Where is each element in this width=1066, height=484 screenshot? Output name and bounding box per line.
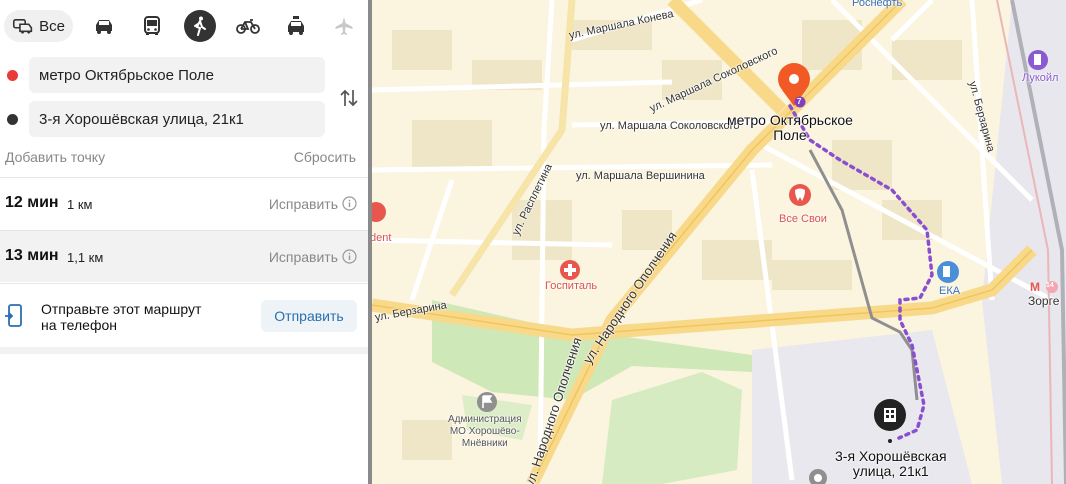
metro-line-number: 7: [797, 97, 802, 106]
mode-walk-button[interactable]: [184, 10, 216, 42]
add-point-link[interactable]: Добавить точку: [5, 149, 105, 165]
phone-icon: [5, 304, 22, 327]
end-label: 3-я Хорошёвская улица, 21к1: [835, 448, 947, 479]
mode-all-button[interactable]: Все: [4, 10, 73, 42]
car-icon: [96, 20, 112, 34]
fuel-pin-lukoil[interactable]: [1028, 50, 1048, 70]
point-a-input[interactable]: [29, 57, 325, 93]
metro-line-number-zorge: 14: [1046, 282, 1054, 289]
route-time: 13 мин: [5, 247, 59, 264]
fuel-pin-eka[interactable]: [937, 261, 959, 283]
mode-car-button[interactable]: [88, 10, 120, 42]
taxi-icon: [288, 16, 304, 35]
send-button[interactable]: Отправить: [261, 300, 357, 332]
swap-arrows-icon: [340, 89, 358, 107]
poi-label-lukoil: Лукойл: [1022, 72, 1059, 84]
poi-label-eka: ЕКА: [939, 285, 961, 297]
poi-label-administration: Администрация МО Хорошёво- Мнёвники: [448, 414, 522, 449]
app-root: Все метро Октябрьское Поле 3-я Хорошёвск…: [0, 0, 1066, 484]
point-b-input[interactable]: [29, 101, 325, 137]
street-label: ул. Маршала Вершинина: [576, 170, 705, 182]
poi-label-vse-svoi: Все Свои: [779, 213, 827, 225]
fix-route-link[interactable]: Исправить: [269, 249, 338, 265]
poi-label-rosneft: Роснефть: [852, 0, 903, 9]
poi-label-zorge: Зорге: [1028, 294, 1060, 308]
dental-pin-left[interactable]: [372, 202, 386, 222]
route-panel: Все метро Октябрьское Поле 3-я Хорошёвск…: [0, 0, 368, 484]
poi-label-dent: dent: [372, 232, 392, 244]
mode-bus-button[interactable]: [136, 10, 168, 42]
plane-icon: [335, 17, 353, 35]
route-point-a: [0, 57, 340, 93]
bike-icon: [236, 19, 260, 34]
start-label: метро Октябрьское Поле: [727, 112, 853, 143]
all-transport-icon: [12, 19, 33, 34]
admin-pin[interactable]: [477, 392, 497, 412]
panel-divider: [0, 347, 368, 354]
mode-all-label: Все: [39, 17, 65, 35]
fix-route-link[interactable]: Исправить: [269, 196, 338, 212]
map-view[interactable]: М ул. Маршала Конева ул. Маршала Соколов…: [372, 0, 1066, 484]
route-point-b: [0, 101, 340, 137]
mode-plane-button[interactable]: [328, 10, 360, 42]
reset-link[interactable]: Сбросить: [294, 149, 356, 165]
swap-points-button[interactable]: [337, 84, 361, 112]
route-distance: 1 км: [67, 197, 93, 212]
point-a-marker: [7, 70, 18, 81]
route-option-2[interactable]: 13 мин 1,1 км Исправить: [0, 230, 368, 282]
mode-bike-button[interactable]: [232, 10, 264, 42]
route-option-1[interactable]: 12 мин 1 км Исправить: [0, 177, 368, 229]
svg-text:М: М: [1030, 280, 1040, 294]
poi-label-gospital: Госпиталь: [545, 280, 598, 292]
street-label: ул. Маршала Соколовского: [600, 120, 740, 132]
start-marker[interactable]: [778, 63, 810, 108]
send-to-phone-text: Отправьте этот маршрут на телефон: [41, 301, 202, 333]
mode-taxi-button[interactable]: [280, 10, 312, 42]
route-time: 12 мин: [5, 194, 59, 211]
route-distance: 1,1 км: [67, 250, 104, 265]
point-b-marker: [7, 114, 18, 125]
send-to-phone-row: Отправьте этот маршрут на телефон Отправ…: [0, 283, 368, 347]
transport-mode-bar: Все: [0, 0, 368, 52]
hospital-pin[interactable]: [560, 260, 580, 280]
walk-icon: [194, 16, 206, 36]
park-area: [602, 372, 742, 484]
info-icon[interactable]: [342, 196, 357, 211]
bus-icon: [144, 16, 160, 35]
dental-pin[interactable]: [789, 184, 811, 206]
info-icon[interactable]: [342, 249, 357, 264]
